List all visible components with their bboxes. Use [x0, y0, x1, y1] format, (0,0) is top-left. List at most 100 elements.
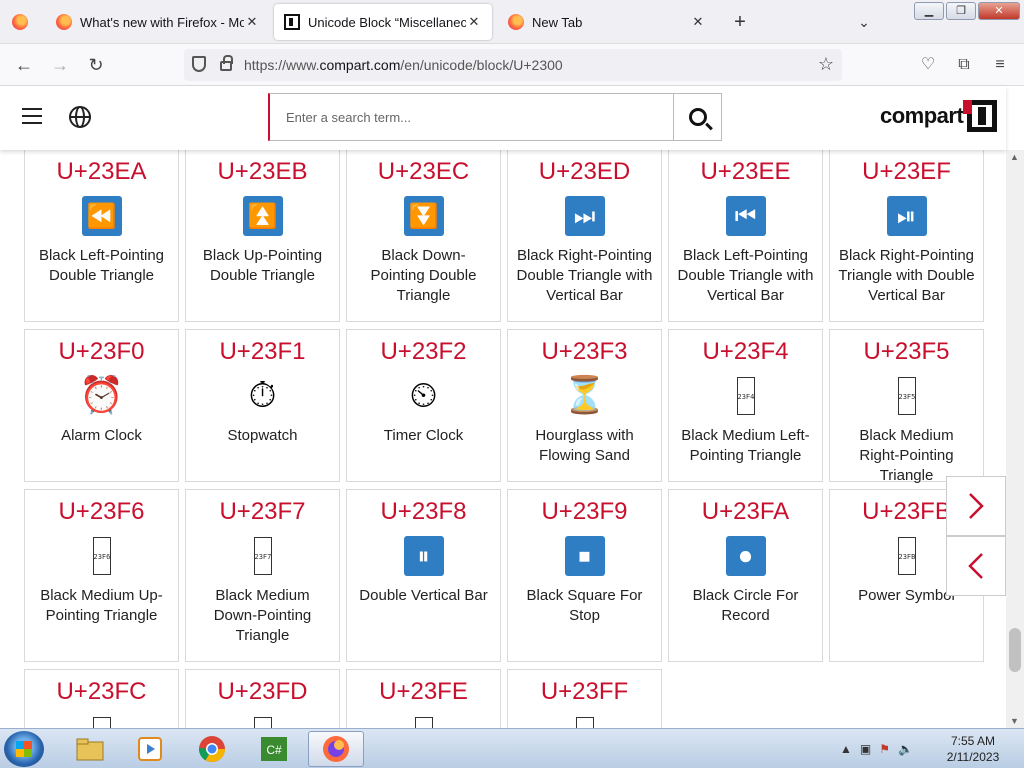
menu-icon[interactable]: ≡: [988, 53, 1012, 77]
forward-button[interactable]: →: [48, 53, 72, 77]
character-name[interactable]: Black Medium Down-Pointing Triangle: [186, 586, 339, 646]
character-card[interactable]: U+23F9 ⏹ Black Square For Stop: [507, 489, 662, 662]
character-card[interactable]: U+23FD: [185, 669, 340, 728]
chrome-icon[interactable]: [184, 731, 240, 767]
scroll-up-arrow-icon[interactable]: ▲: [1010, 152, 1019, 162]
network-icon[interactable]: ▣: [860, 742, 871, 756]
character-name[interactable]: Black Right-Pointing Double Triangle wit…: [508, 246, 661, 306]
system-clock[interactable]: 7:55 AM 2/11/2023: [940, 733, 1006, 765]
character-name[interactable]: Double Vertical Bar: [347, 586, 500, 606]
character-card[interactable]: U+23ED ⏭ Black Right-Pointing Double Trian…: [507, 150, 662, 322]
character-card[interactable]: U+23EC ⏬ Black Down-Pointing Double Triang…: [346, 150, 501, 322]
character-name[interactable]: Black Left-Pointing Double Triangle: [25, 246, 178, 286]
character-code[interactable]: U+23F1: [186, 338, 339, 366]
page-scrollbar[interactable]: ▲ ▼: [1006, 150, 1024, 728]
character-code[interactable]: U+23FA: [669, 498, 822, 526]
tab-unicode-block[interactable]: Unicode Block “Miscellaneous T ✕: [274, 4, 492, 40]
character-code[interactable]: U+23EF: [830, 158, 983, 186]
character-code[interactable]: U+23EC: [347, 158, 500, 186]
lock-icon[interactable]: [220, 55, 233, 71]
search-input[interactable]: [270, 94, 673, 140]
character-code[interactable]: U+23ED: [508, 158, 661, 186]
character-name[interactable]: Alarm Clock: [25, 426, 178, 446]
character-code[interactable]: U+23FC: [25, 678, 178, 706]
close-icon[interactable]: ✕: [244, 14, 260, 30]
character-card[interactable]: U+23F2 ⏲ Timer Clock: [346, 329, 501, 482]
character-name[interactable]: Black Medium Up-Pointing Triangle: [25, 586, 178, 626]
character-name[interactable]: Black Square For Stop: [508, 586, 661, 626]
extensions-icon[interactable]: ⧉: [952, 53, 976, 77]
character-name[interactable]: Black Up-Pointing Double Triangle: [186, 246, 339, 286]
compart-logo[interactable]: compart: [880, 100, 998, 132]
address-bar[interactable]: https://www.compart.com/en/unicode/block…: [184, 49, 842, 81]
character-card[interactable]: U+23EA ⏪ Black Left-Pointing Double Triang…: [24, 150, 179, 322]
close-icon[interactable]: ✕: [690, 14, 706, 30]
globe-icon[interactable]: [69, 106, 91, 128]
character-name[interactable]: Black Circle For Record: [669, 586, 822, 626]
character-name[interactable]: Black Left-Pointing Double Triangle with…: [669, 246, 822, 306]
character-code[interactable]: U+23F9: [508, 498, 661, 526]
character-code[interactable]: U+23EA: [25, 158, 178, 186]
url-text[interactable]: https://www.compart.com/en/unicode/block…: [244, 57, 563, 73]
bookmark-star-icon[interactable]: ☆: [818, 54, 834, 75]
character-code[interactable]: U+23F8: [347, 498, 500, 526]
pocket-icon[interactable]: ♡: [916, 53, 940, 77]
character-name[interactable]: Black Medium Left-Pointing Triangle: [669, 426, 822, 466]
start-button[interactable]: [4, 731, 44, 767]
character-card[interactable]: U+23FF: [507, 669, 662, 728]
csharp-icon[interactable]: C#: [246, 731, 302, 767]
character-code[interactable]: U+23F2: [347, 338, 500, 366]
tab-new-tab[interactable]: New Tab ✕: [498, 4, 716, 40]
reload-button[interactable]: ↻: [84, 53, 108, 77]
maximize-button[interactable]: ❐: [946, 2, 976, 20]
character-card[interactable]: U+23F8 ⏸ Double Vertical Bar: [346, 489, 501, 662]
show-hidden-icons-icon[interactable]: ▲: [840, 742, 852, 756]
scroll-down-arrow-icon[interactable]: ▼: [1010, 716, 1019, 726]
scrollbar-thumb[interactable]: [1009, 628, 1021, 672]
character-card[interactable]: U+23F4 23F4 Black Medium Left-Pointing Tri…: [668, 329, 823, 482]
search-button[interactable]: [673, 94, 721, 140]
volume-icon[interactable]: 🔈: [898, 742, 913, 756]
previous-page-button[interactable]: [946, 536, 1006, 596]
back-button[interactable]: ←: [12, 53, 36, 77]
character-card[interactable]: U+23F3 ⏳ Hourglass with Flowing Sand: [507, 329, 662, 482]
character-card[interactable]: U+23FA ⏺ Black Circle For Record: [668, 489, 823, 662]
character-code[interactable]: U+23FF: [508, 678, 661, 706]
tab-whats-new[interactable]: What's new with Firefox - More ✕: [46, 4, 270, 40]
character-code[interactable]: U+23F4: [669, 338, 822, 366]
firefox-icon[interactable]: [308, 731, 364, 767]
character-name[interactable]: Hourglass with Flowing Sand: [508, 426, 661, 466]
media-player-icon[interactable]: [122, 731, 178, 767]
character-card[interactable]: U+23EE ⏮ Black Left-Pointing Double Triang…: [668, 150, 823, 322]
character-code[interactable]: U+23F5: [830, 338, 983, 366]
character-code[interactable]: U+23EE: [669, 158, 822, 186]
new-tab-button[interactable]: +: [728, 10, 752, 34]
close-window-button[interactable]: ✕: [978, 2, 1020, 20]
character-card[interactable]: U+23F6 23F6 Black Medium Up-Pointing Trian…: [24, 489, 179, 662]
character-card[interactable]: U+23F1 ⏱ Stopwatch: [185, 329, 340, 482]
close-icon[interactable]: ✕: [466, 14, 482, 30]
character-card[interactable]: U+23FC: [24, 669, 179, 728]
action-center-icon[interactable]: ⚑: [879, 742, 890, 756]
character-code[interactable]: U+23F3: [508, 338, 661, 366]
character-code[interactable]: U+23FE: [347, 678, 500, 706]
character-name[interactable]: Timer Clock: [347, 426, 500, 446]
next-page-button[interactable]: [946, 476, 1006, 536]
character-card[interactable]: U+23FE: [346, 669, 501, 728]
character-card[interactable]: U+23EF ⏯ Black Right-Pointing Triangle wit…: [829, 150, 984, 322]
windows-explorer-icon[interactable]: [62, 731, 118, 767]
character-card[interactable]: U+23EB ⏫ Black Up-Pointing Double Triangle: [185, 150, 340, 322]
character-code[interactable]: U+23EB: [186, 158, 339, 186]
firefox-view-button[interactable]: [0, 0, 40, 44]
minimize-button[interactable]: ▁: [914, 2, 944, 20]
character-code[interactable]: U+23F6: [25, 498, 178, 526]
character-card[interactable]: U+23F0 ⏰ Alarm Clock: [24, 329, 179, 482]
character-card[interactable]: U+23F7 23F7 Black Medium Down-Pointing Tri…: [185, 489, 340, 662]
character-code[interactable]: U+23F7: [186, 498, 339, 526]
character-code[interactable]: U+23F0: [25, 338, 178, 366]
hamburger-menu-icon[interactable]: [22, 108, 42, 124]
shield-icon[interactable]: [192, 56, 206, 72]
character-code[interactable]: U+23FD: [186, 678, 339, 706]
character-name[interactable]: Black Right-Pointing Triangle with Doubl…: [830, 246, 983, 306]
character-name[interactable]: Black Down-Pointing Double Triangle: [347, 246, 500, 306]
